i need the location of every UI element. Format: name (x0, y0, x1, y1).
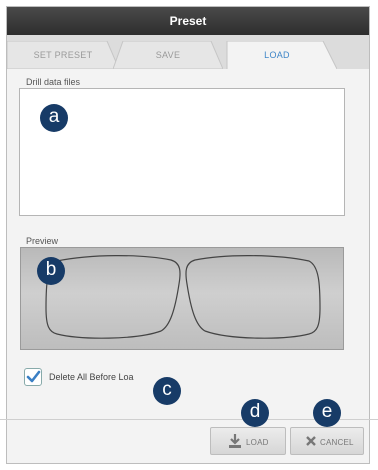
preview-label: Preview (26, 236, 59, 246)
callout-marker-c: c (153, 377, 181, 405)
drill-data-files-label: Drill data files (26, 77, 81, 87)
load-button[interactable]: LOAD (210, 427, 286, 455)
dialog-title: Preset (7, 7, 369, 35)
lens-shape-outline (45, 255, 321, 339)
callout-marker-e: e (313, 399, 341, 427)
tab-set-preset[interactable]: SET PRESET (7, 41, 119, 69)
delete-all-label: Delete All Before Loa (49, 372, 134, 382)
tab-load-label: LOAD (264, 50, 290, 60)
preset-dialog: Preset SET PRESET SAVE LOAD (6, 6, 370, 464)
tab-load[interactable]: LOAD (217, 41, 337, 69)
drill-data-file-list[interactable] (19, 88, 345, 216)
close-icon (306, 436, 316, 446)
tab-save-label: SAVE (155, 50, 181, 60)
tab-set-preset-label: SET PRESET (33, 50, 93, 60)
callout-marker-a: a (40, 104, 68, 132)
cancel-button[interactable]: CANCEL (290, 427, 364, 455)
load-button-label: LOAD (246, 438, 269, 447)
lens-preview (20, 247, 344, 350)
callout-marker-b: b (37, 257, 65, 285)
callout-marker-d: d (241, 399, 269, 427)
tab-save[interactable]: SAVE (113, 41, 223, 69)
cancel-button-label: CANCEL (320, 438, 354, 447)
checkmark-icon (26, 370, 41, 383)
download-icon (229, 434, 241, 448)
delete-all-checkbox[interactable] (24, 368, 42, 386)
tab-bar: SET PRESET SAVE LOAD (7, 35, 369, 69)
